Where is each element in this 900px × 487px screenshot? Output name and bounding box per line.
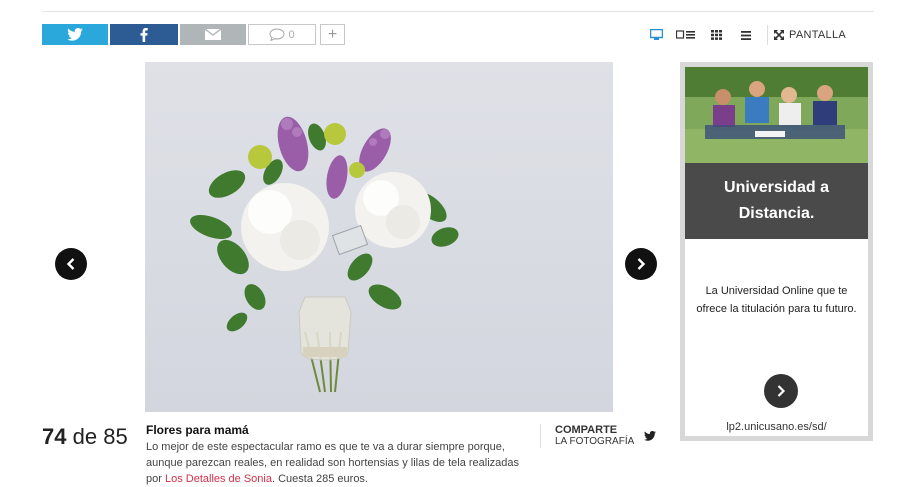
- share-photo-button[interactable]: COMPARTE LA FOTOGRAFÍA: [540, 424, 657, 448]
- ad-content: Universidad a Distancia. La Universidad …: [685, 67, 868, 436]
- caption-text-end: . Cuesta 285 euros.: [271, 473, 368, 485]
- counter-separator: de: [72, 424, 98, 449]
- menu-view-button[interactable]: [735, 26, 757, 44]
- caption-link[interactable]: Los Detalles de Sonia: [165, 473, 272, 485]
- ad-url[interactable]: lp2.unicusano.es/sd/: [685, 421, 868, 433]
- flower-bouquet-image: [190, 116, 459, 393]
- facebook-icon: [140, 27, 148, 42]
- ad-description: La Universidad Online que te ofrece la t…: [696, 285, 857, 315]
- chevron-right-icon: [777, 385, 786, 397]
- advertisement[interactable]: Universidad a Distancia. La Universidad …: [680, 62, 873, 441]
- twitter-icon: [67, 28, 83, 41]
- slideshow-view-button[interactable]: [645, 26, 667, 44]
- previous-photo-button[interactable]: [55, 248, 87, 280]
- photo-counter: 74 de 85: [42, 424, 128, 450]
- slideshow-view-icon: [649, 29, 663, 40]
- gallery-photo: [145, 62, 613, 412]
- top-divider: [42, 11, 874, 12]
- twitter-share-button[interactable]: [42, 24, 108, 45]
- current-photo-number: 74: [42, 424, 67, 449]
- twitter-icon: [644, 431, 657, 441]
- chevron-left-icon: [66, 258, 75, 270]
- share-label-line-1: COMPARTE: [555, 424, 618, 436]
- fullscreen-button[interactable]: PANTALLA: [774, 29, 846, 41]
- envelope-icon: [205, 29, 221, 40]
- comments-count: 0: [288, 28, 295, 41]
- share-label-line-2: LA FOTOGRAFÍA: [555, 436, 635, 447]
- menu-view-icon: [741, 30, 751, 40]
- next-photo-button[interactable]: [625, 248, 657, 280]
- list-view-icon: [676, 30, 695, 39]
- view-controls: PANTALLA: [645, 25, 846, 45]
- total-photo-count: 85: [103, 424, 128, 449]
- list-view-button[interactable]: [675, 26, 697, 44]
- speech-bubble-icon: [269, 28, 285, 41]
- fullscreen-label: PANTALLA: [789, 29, 847, 41]
- caption-title: Flores para mamá: [146, 423, 249, 437]
- comments-button[interactable]: 0: [248, 24, 316, 45]
- ad-cta-button[interactable]: [764, 374, 798, 408]
- share-photo-label: COMPARTE LA FOTOGRAFÍA: [555, 424, 635, 448]
- students-photo: [685, 67, 868, 163]
- ad-image: [685, 67, 868, 163]
- add-button[interactable]: +: [320, 24, 345, 45]
- share-toolbar: 0 +: [42, 24, 347, 45]
- chevron-right-icon: [637, 258, 646, 270]
- email-share-button[interactable]: [180, 24, 246, 45]
- view-divider: [767, 25, 768, 45]
- expand-icon: [774, 30, 784, 40]
- photo-caption: Flores para mamá Lo mejor de este espect…: [146, 423, 524, 487]
- facebook-share-button[interactable]: [110, 24, 178, 45]
- ad-headline: Universidad a Distancia.: [685, 163, 868, 239]
- grid-view-icon: [710, 30, 722, 40]
- grid-view-button[interactable]: [705, 26, 727, 44]
